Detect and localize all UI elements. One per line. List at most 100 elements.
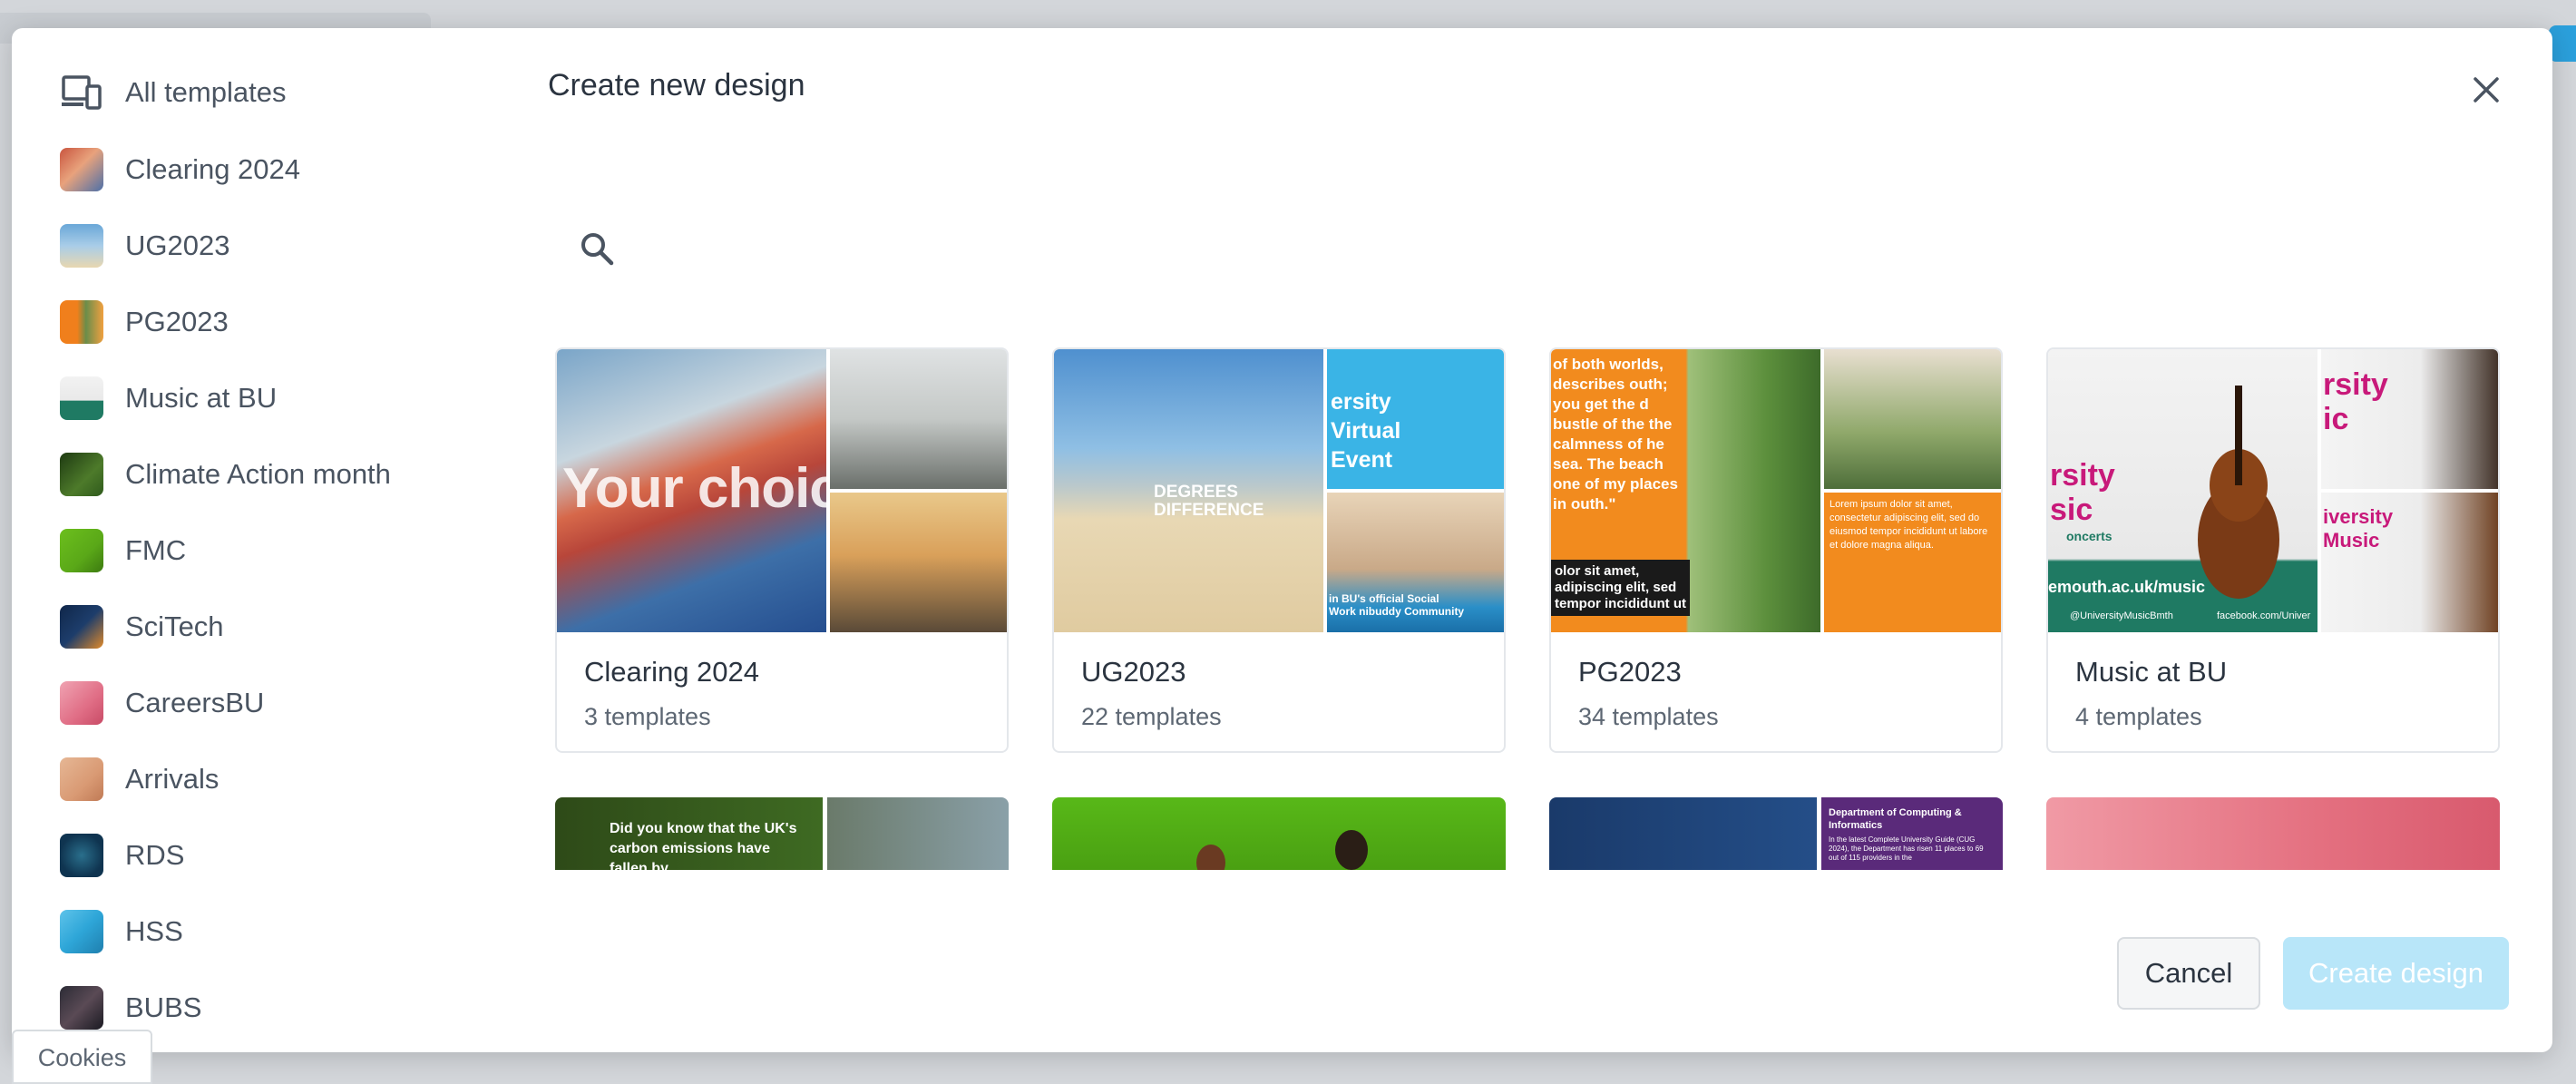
sidebar-item-label: HSS: [125, 915, 183, 947]
preview-figures: [1196, 830, 1368, 870]
template-category-sidebar: All templates Clearing 2024 UG2023 PG202…: [12, 28, 520, 1052]
preview-overlay-text: Your choice: [562, 457, 871, 520]
search-input[interactable]: [629, 223, 2356, 276]
category-thumbnail: [60, 453, 103, 496]
category-thumbnail: [60, 529, 103, 572]
template-card-clearing-2024[interactable]: Your choice Clearing 2024 3 templates: [555, 347, 1009, 753]
category-thumbnail: [60, 834, 103, 877]
category-thumbnail: [60, 910, 103, 953]
sidebar-item-all-templates[interactable]: All templates: [60, 65, 477, 120]
template-preview: Your choice: [557, 349, 1007, 632]
sidebar-item-label: BUBS: [125, 991, 202, 1023]
preview-footnote-text: olor sit amet, adipiscing elit, sed temp…: [1551, 560, 1690, 616]
preview-banner-text: in BU's official Social Work nibuddy Com…: [1329, 592, 1465, 618]
category-thumbnail: [60, 300, 103, 344]
preview-social-text: @UniversityMusicBmth: [2070, 610, 2173, 621]
preview-image-bottom: Lorem ipsum dolor sit amet, consectetur …: [1824, 493, 2001, 632]
category-thumbnail: [60, 757, 103, 801]
sidebar-item-label: Climate Action month: [125, 458, 391, 490]
sidebar-item-clearing-2024[interactable]: Clearing 2024: [60, 142, 477, 197]
sidebar-item-rds[interactable]: RDS: [60, 828, 477, 883]
sidebar-item-label: FMC: [125, 534, 187, 566]
sidebar-item-music-at-bu[interactable]: Music at BU: [60, 371, 477, 425]
template-card-ug2023[interactable]: DEGREES DIFFERENCE ersity Virtual Event …: [1052, 347, 1506, 753]
preview-image-bottom: iversity Music: [2321, 493, 2498, 632]
preview-url-text: emouth.ac.uk/music: [2048, 578, 2206, 596]
sidebar-item-pg2023[interactable]: PG2023: [60, 295, 477, 349]
sidebar-item-bubs[interactable]: BUBS: [60, 981, 477, 1035]
category-thumbnail: [60, 376, 103, 420]
background-accent: [2549, 25, 2576, 62]
category-thumbnail: [60, 224, 103, 268]
preview-overlay-text: Department of Computing & Informatics: [1829, 807, 1962, 831]
close-button[interactable]: [2461, 64, 2512, 115]
preview-overlay-subtext: In the latest Complete University Guide …: [1829, 835, 1984, 862]
sidebar-item-label: RDS: [125, 839, 185, 871]
preview-image-main: DEGREES DIFFERENCE: [1054, 349, 1323, 632]
sidebar-item-hss[interactable]: HSS: [60, 904, 477, 959]
search-icon: [581, 233, 614, 266]
preview-side-text: rsity ic: [2323, 367, 2388, 436]
template-card-music-at-bu[interactable]: rsity sic oncerts emouth.ac.uk/music @Un…: [2046, 347, 2500, 753]
preview-image-main: Your choice: [557, 349, 871, 632]
create-design-modal: All templates Clearing 2024 UG2023 PG202…: [12, 28, 2552, 1052]
category-thumbnail: [60, 148, 103, 191]
sidebar-item-label: PG2023: [125, 306, 229, 337]
template-card-partial[interactable]: Department of Computing & Informatics In…: [1549, 797, 2003, 870]
template-preview: DEGREES DIFFERENCE ersity Virtual Event …: [1054, 349, 1504, 632]
template-card-partial[interactable]: [1052, 797, 1506, 870]
card-template-count: 34 templates: [1578, 703, 1719, 730]
preview-image-top: [1824, 349, 2001, 489]
sidebar-item-label: Clearing 2024: [125, 153, 301, 185]
sidebar-item-climate-action-month[interactable]: Climate Action month: [60, 447, 477, 502]
modal-title: Create new design: [548, 68, 805, 103]
preview-side-quote: Lorem ipsum dolor sit amet, consectetur …: [1830, 499, 1988, 551]
preview-overlay-subtext: oncerts: [2066, 529, 2113, 543]
template-card-pg2023[interactable]: of both worlds, describes outh; you get …: [1549, 347, 2003, 753]
card-template-count: 4 templates: [2075, 703, 2202, 730]
search-button[interactable]: [571, 223, 622, 274]
sidebar-item-careersbu[interactable]: CareersBU: [60, 676, 477, 730]
preview-overlay-text: rsity sic: [2050, 458, 2115, 527]
category-thumbnail: [60, 605, 103, 649]
category-thumbnail: [60, 681, 103, 725]
template-preview: rsity sic oncerts emouth.ac.uk/music @Un…: [2048, 349, 2498, 632]
sidebar-item-label: UG2023: [125, 229, 230, 261]
template-card-partial[interactable]: Did you know that the UK's carbon emissi…: [555, 797, 1009, 870]
devices-icon: [60, 71, 103, 114]
sidebar-item-label: SciTech: [125, 610, 224, 642]
close-icon: [2474, 77, 2499, 103]
sidebar-item-label: CareersBU: [125, 687, 265, 718]
create-design-button[interactable]: Create design: [2283, 937, 2509, 1010]
preview-image-top: rsity ic: [2321, 349, 2498, 489]
preview-image-main: rsity sic oncerts emouth.ac.uk/music @Un…: [2048, 349, 2317, 632]
preview-image-top: ersity Virtual Event: [1327, 349, 1504, 489]
card-title: Clearing 2024: [584, 656, 760, 688]
card-template-count: 3 templates: [584, 703, 711, 730]
preview-side-text: ersity Virtual Event: [1331, 389, 1401, 473]
category-thumbnail: [60, 986, 103, 1030]
preview-image-bottom: in BU's official Social Work nibuddy Com…: [1327, 493, 1504, 632]
cancel-button[interactable]: Cancel: [2117, 937, 2260, 1010]
card-title: UG2023: [1081, 656, 1186, 688]
card-title: PG2023: [1578, 656, 1682, 688]
preview-image-bottom: [830, 493, 1007, 632]
sidebar-item-label: All templates: [125, 76, 287, 108]
sidebar-item-fmc[interactable]: FMC: [60, 523, 477, 578]
sidebar-item-ug2023[interactable]: UG2023: [60, 219, 477, 273]
preview-social-text-2: facebook.com/Univer: [2217, 610, 2311, 621]
preview-overlay-text: Did you know that the UK's carbon emissi…: [610, 821, 797, 870]
preview-image-top: [830, 349, 1007, 489]
preview-side-text-2: iversity Music: [2323, 505, 2394, 552]
sidebar-item-arrivals[interactable]: Arrivals: [60, 752, 477, 806]
preview-quote-text: of both worlds, describes outh; you get …: [1553, 356, 1678, 513]
preview-image-main: of both worlds, describes outh; you get …: [1551, 349, 1820, 632]
card-title: Music at BU: [2075, 656, 2228, 688]
cookies-button[interactable]: Cookies: [12, 1030, 152, 1084]
sidebar-item-scitech[interactable]: SciTech: [60, 600, 477, 654]
template-card-partial[interactable]: [2046, 797, 2500, 870]
template-preview: of both worlds, describes outh; you get …: [1551, 349, 2001, 632]
sidebar-item-label: Arrivals: [125, 763, 220, 795]
preview-overlay-text: DEGREES DIFFERENCE: [1154, 483, 1264, 520]
card-template-count: 22 templates: [1081, 703, 1222, 730]
